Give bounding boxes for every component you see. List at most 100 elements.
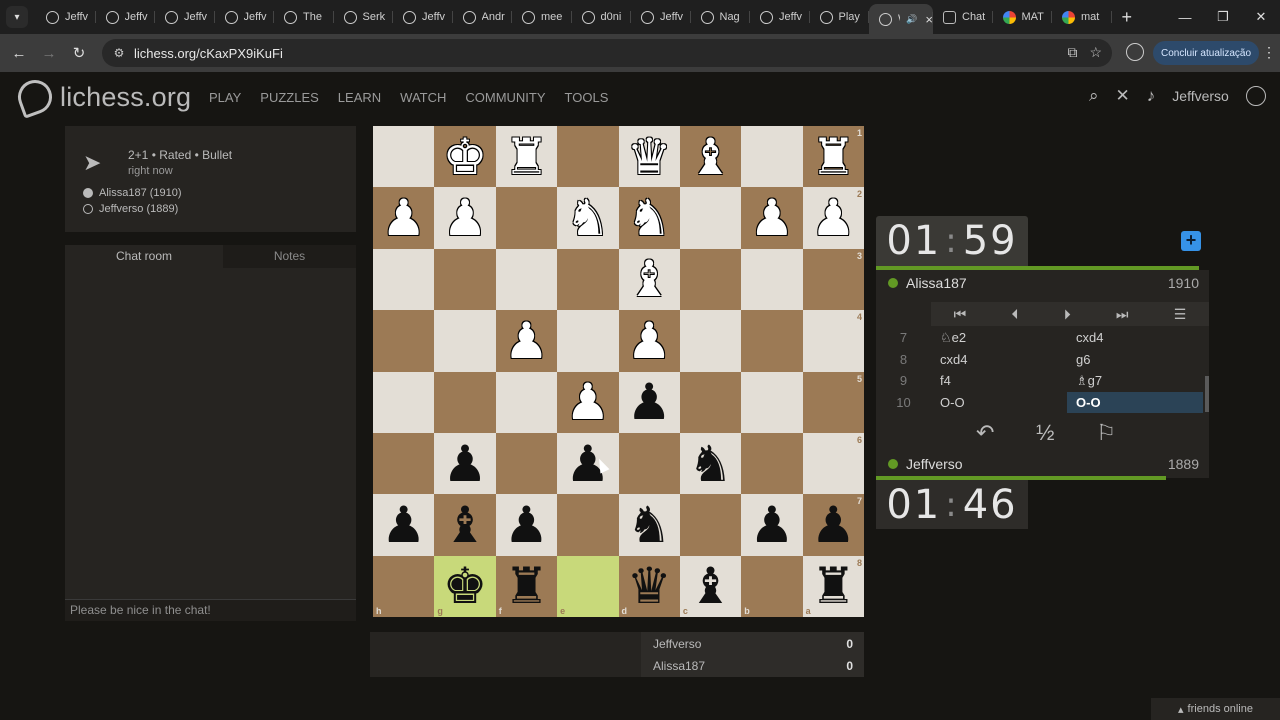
square-b2[interactable]: ♟ xyxy=(741,187,803,249)
square-f8[interactable]: ♜ f xyxy=(495,555,558,617)
white-knight-icon[interactable]: ♞ xyxy=(627,193,672,243)
square-g5[interactable] xyxy=(434,371,496,433)
square-b5[interactable] xyxy=(741,371,803,433)
square-b6[interactable] xyxy=(741,432,803,495)
browser-tab[interactable]: Jeffv xyxy=(750,3,810,31)
square-e5[interactable]: ♟ xyxy=(557,371,619,433)
black-pawn-icon[interactable]: ♟ xyxy=(504,500,549,550)
browser-tab[interactable]: Serk xyxy=(334,3,394,31)
white-queen-icon[interactable]: ♛ xyxy=(627,132,672,182)
last-move-icon[interactable]: ⏭ xyxy=(1116,306,1129,323)
browser-tab[interactable]: Jeffv xyxy=(215,3,275,31)
install-app-icon[interactable]: ⧉ xyxy=(1067,44,1077,61)
black-player[interactable]: Jeffverso (1889) xyxy=(83,203,178,215)
profile-icon[interactable] xyxy=(1126,43,1144,61)
square-g7[interactable]: ♝ xyxy=(434,494,496,556)
browser-tab[interactable]: Jeffv xyxy=(155,3,215,31)
black-bishop-icon[interactable]: ♝ xyxy=(688,561,733,611)
square-d5[interactable]: ♟ xyxy=(618,371,680,433)
square-a2[interactable]: ♟ 2 xyxy=(802,187,864,249)
black-king-icon[interactable]: ♚ xyxy=(443,561,488,611)
white-move[interactable]: O-O xyxy=(931,392,1067,414)
white-rook-icon[interactable]: ♜ xyxy=(811,132,856,182)
white-pawn-icon[interactable]: ♟ xyxy=(811,193,856,243)
square-g8[interactable]: ♚ g xyxy=(434,555,496,617)
crosstable-player[interactable]: Jeffverso xyxy=(653,637,701,651)
square-e6[interactable]: ♟ xyxy=(557,432,619,495)
white-pawn-icon[interactable]: ♟ xyxy=(627,316,672,366)
tab-chat-room[interactable]: Chat room xyxy=(65,245,223,268)
square-b4[interactable] xyxy=(741,310,803,372)
square-f1[interactable]: ♜ xyxy=(495,126,558,188)
white-rook-icon[interactable]: ♜ xyxy=(504,132,549,182)
square-b7[interactable]: ♟ xyxy=(741,494,803,556)
browser-tab[interactable]: Jeffv xyxy=(631,3,691,31)
white-pawn-icon[interactable]: ♟ xyxy=(565,377,610,427)
white-pawn-icon[interactable]: ♟ xyxy=(750,193,795,243)
user-avatar-icon[interactable] xyxy=(1245,86,1266,106)
black-rook-icon[interactable]: ♜ xyxy=(811,561,856,611)
square-h8[interactable]: h xyxy=(373,555,435,617)
square-e8[interactable]: e xyxy=(557,555,619,617)
square-g2[interactable]: ♟ xyxy=(434,187,496,249)
black-pawn-icon[interactable]: ♟ xyxy=(811,500,856,550)
black-move[interactable]: O-O xyxy=(1067,391,1203,413)
white-player-label[interactable]: Alissa187 (1910) xyxy=(99,187,182,199)
tab-notes[interactable]: Notes xyxy=(223,245,356,268)
white-player[interactable]: Alissa187 (1910) xyxy=(83,187,182,199)
browser-tab[interactable]: Jeffv xyxy=(96,3,156,31)
square-e2[interactable]: ♞ xyxy=(557,187,619,249)
square-c1[interactable]: ♝ xyxy=(679,126,742,188)
chat-input[interactable]: Please be nice in the chat! xyxy=(65,599,356,621)
black-knight-icon[interactable]: ♞ xyxy=(688,439,733,489)
white-pawn-icon[interactable]: ♟ xyxy=(381,193,426,243)
maximize-button[interactable]: ❐ xyxy=(1204,0,1242,34)
nav-puzzles[interactable]: PUZZLES xyxy=(260,90,319,105)
crosstable-player[interactable]: Alissa187 xyxy=(653,659,705,673)
menu-icon[interactable]: ☰ xyxy=(1174,306,1187,323)
white-bishop-icon[interactable]: ♝ xyxy=(688,132,733,182)
black-knight-icon[interactable]: ♞ xyxy=(627,500,672,550)
square-f7[interactable]: ♟ xyxy=(495,494,558,556)
square-d1[interactable]: ♛ xyxy=(618,126,680,188)
square-a6[interactable]: 6 xyxy=(802,432,864,495)
square-e4[interactable] xyxy=(557,310,619,372)
white-move[interactable]: f4 xyxy=(931,370,1067,392)
nav-tools[interactable]: TOOLS xyxy=(565,90,609,105)
square-g1[interactable]: ♚ xyxy=(434,126,496,188)
update-button[interactable]: Concluir atualização xyxy=(1153,41,1259,65)
square-d3[interactable]: ♝ xyxy=(618,248,680,311)
square-f3[interactable] xyxy=(495,248,558,311)
new-tab-button[interactable]: + xyxy=(1122,7,1133,28)
square-d8[interactable]: ♛ d xyxy=(618,555,680,617)
crosstable-row[interactable]: Jeffverso 0 xyxy=(653,637,853,651)
url-text[interactable]: lichess.org/cKaxPX9iKuFi xyxy=(134,46,283,61)
square-g6[interactable]: ♟ xyxy=(434,432,496,495)
square-h2[interactable]: ♟ xyxy=(373,187,435,249)
black-bishop-icon[interactable]: ♝ xyxy=(443,500,488,550)
square-c2[interactable] xyxy=(679,187,742,249)
white-pawn-icon[interactable]: ♟ xyxy=(443,193,488,243)
black-player-label[interactable]: Jeffverso (1889) xyxy=(99,203,178,215)
offer-draw-button[interactable]: ½ xyxy=(1036,420,1054,446)
square-c4[interactable] xyxy=(679,310,742,372)
browser-tab[interactable]: W 🔊 × xyxy=(869,4,933,34)
white-king-icon[interactable]: ♚ xyxy=(443,132,488,182)
nav-watch[interactable]: WATCH xyxy=(400,90,446,105)
browser-tab[interactable]: Jeffv xyxy=(393,3,453,31)
resign-flag-icon[interactable]: ⚐ xyxy=(1096,420,1116,446)
nav-community[interactable]: COMMUNITY xyxy=(465,90,545,105)
bookmark-star-icon[interactable]: ☆ xyxy=(1089,44,1102,61)
square-e7[interactable] xyxy=(557,494,619,556)
tab-search-button[interactable]: ▾ xyxy=(6,6,28,28)
forward-button[interactable]: → xyxy=(34,45,64,62)
search-icon[interactable]: ⌕ xyxy=(1089,86,1099,106)
square-a4[interactable]: 4 xyxy=(802,310,864,372)
square-h5[interactable] xyxy=(373,371,435,433)
browser-tab[interactable]: Andr xyxy=(453,3,513,31)
site-logo[interactable]: lichess.org xyxy=(13,75,191,119)
white-move[interactable]: ♘e2 xyxy=(931,327,1067,349)
nav-play[interactable]: PLAY xyxy=(209,90,241,105)
black-rook-icon[interactable]: ♜ xyxy=(504,561,549,611)
square-f4[interactable]: ♟ xyxy=(495,310,558,372)
